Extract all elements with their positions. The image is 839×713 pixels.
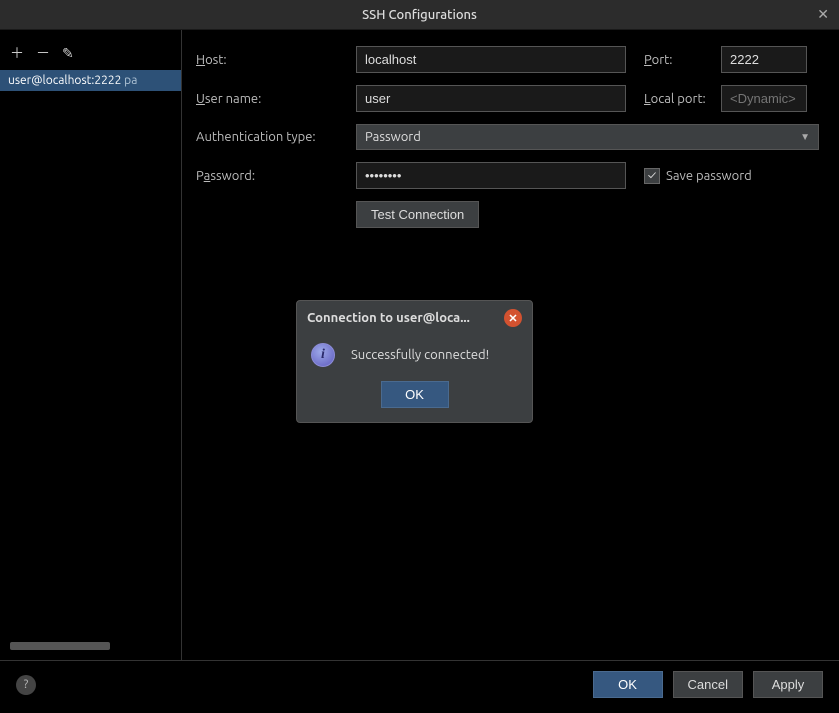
titlebar: SSH Configurations ✕ — [0, 0, 839, 30]
auth-type-label: Authentication type: — [196, 130, 346, 144]
config-item-suffix: pa — [121, 74, 137, 87]
auth-type-select[interactable]: Password ▼ — [356, 124, 819, 150]
chevron-down-icon: ▼ — [800, 131, 810, 143]
auth-type-value: Password — [365, 130, 421, 144]
config-list-toolbar: ＋ － ✎ — [0, 40, 181, 70]
local-port-input[interactable] — [721, 85, 807, 112]
config-item-label: user@localhost:2222 — [8, 74, 121, 87]
add-icon[interactable]: ＋ — [10, 46, 24, 60]
horizontal-scrollbar[interactable] — [10, 642, 110, 650]
modal-message: Successfully connected! — [351, 348, 489, 362]
port-label: Port: — [636, 53, 711, 67]
apply-button[interactable]: Apply — [753, 671, 823, 698]
host-input[interactable] — [356, 46, 626, 73]
port-input[interactable] — [721, 46, 807, 73]
modal-title: Connection to user@loca... — [307, 311, 496, 325]
modal-ok-button[interactable]: OK — [381, 381, 449, 408]
info-icon: i — [311, 343, 335, 367]
save-password-option[interactable]: ✓ Save password — [644, 168, 752, 184]
save-password-label: Save password — [666, 169, 752, 183]
help-icon[interactable]: ? — [16, 675, 36, 695]
remove-icon[interactable]: － — [36, 46, 50, 60]
cancel-button[interactable]: Cancel — [673, 671, 743, 698]
dialog-footer: ? OK Cancel Apply — [0, 660, 839, 708]
password-label: Password: — [196, 169, 346, 183]
window-title: SSH Configurations — [362, 8, 477, 22]
config-list-panel: ＋ － ✎ user@localhost:2222 pa — [0, 30, 182, 660]
test-connection-button[interactable]: Test Connection — [356, 201, 479, 228]
connection-result-modal: Connection to user@loca... ✕ i Successfu… — [296, 300, 533, 423]
modal-titlebar: Connection to user@loca... ✕ — [297, 301, 532, 335]
close-icon[interactable]: ✕ — [817, 6, 829, 23]
modal-close-icon[interactable]: ✕ — [504, 309, 522, 327]
local-port-label: Local port: — [636, 92, 711, 106]
password-input[interactable] — [356, 162, 626, 189]
config-list: user@localhost:2222 pa — [0, 70, 181, 636]
user-input[interactable] — [356, 85, 626, 112]
config-list-item[interactable]: user@localhost:2222 pa — [0, 70, 181, 91]
save-password-checkbox[interactable]: ✓ — [644, 168, 660, 184]
ok-button[interactable]: OK — [593, 671, 663, 698]
host-label: Host: — [196, 53, 346, 67]
edit-icon[interactable]: ✎ — [62, 46, 74, 60]
user-label: User name: — [196, 92, 346, 106]
